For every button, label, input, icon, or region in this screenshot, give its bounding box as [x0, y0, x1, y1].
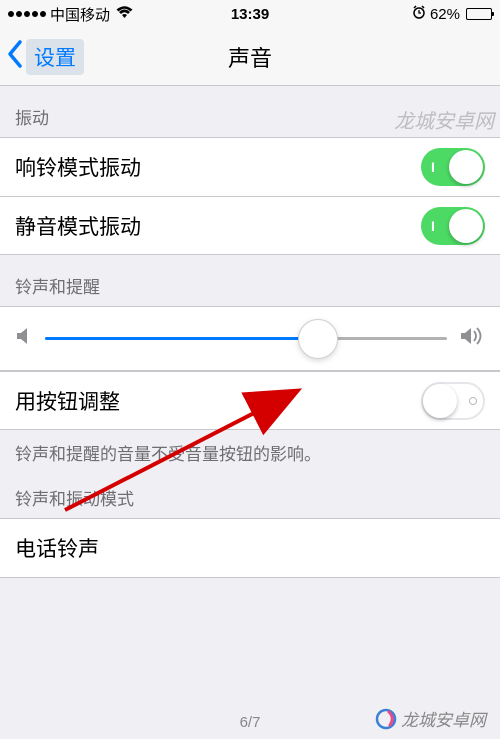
battery-icon: [464, 8, 492, 20]
toggle-off-icon: [469, 397, 477, 405]
status-left: 中国移动: [8, 4, 412, 25]
logo-icon: [375, 708, 397, 730]
slider-thumb[interactable]: [298, 319, 338, 359]
toggle-ring-vibrate[interactable]: I: [421, 148, 485, 186]
carrier-label: 中国移动: [50, 4, 110, 25]
status-bar: 中国移动 13:39 62%: [0, 0, 500, 28]
toggle-on-icon: I: [431, 159, 435, 175]
cell-ring-vibrate[interactable]: 响铃模式振动 I: [0, 138, 500, 196]
back-button[interactable]: 设置: [0, 39, 84, 75]
watermark-bottom-text: 龙城安卓网: [401, 706, 486, 731]
toggle-silent-vibrate[interactable]: I: [421, 207, 485, 245]
cell-change-with-buttons[interactable]: 用按钮调整: [0, 371, 500, 429]
section-header-pattern: 铃声和振动模式: [0, 473, 500, 518]
toggle-on-icon: I: [431, 218, 435, 234]
status-right: 62%: [412, 5, 492, 23]
watermark-top: 龙城安卓网: [394, 105, 494, 134]
watermark-bottom: 龙城安卓网: [375, 706, 486, 731]
toggle-change-with-buttons[interactable]: [421, 382, 485, 420]
page-title: 声音: [228, 41, 272, 73]
speaker-high-icon: [459, 325, 485, 352]
cell-ringtone[interactable]: 电话铃声: [0, 519, 500, 577]
group-vibration: 响铃模式振动 I 静音模式振动 I: [0, 137, 500, 255]
back-label: 设置: [26, 39, 84, 75]
speaker-low-icon: [15, 326, 33, 351]
ringer-footer: 铃声和提醒的音量不受音量按钮的影响。: [0, 430, 500, 473]
clock: 13:39: [231, 6, 269, 23]
alarm-icon: [412, 5, 426, 23]
signal-dots-icon: [8, 11, 46, 17]
change-with-buttons-label: 用按钮调整: [15, 386, 421, 416]
section-header-ringer: 铃声和提醒: [0, 255, 500, 306]
volume-slider-cell: [0, 307, 500, 371]
ring-vibrate-label: 响铃模式振动: [15, 152, 421, 182]
wifi-icon: [116, 6, 133, 23]
volume-slider[interactable]: [45, 337, 447, 340]
group-pattern: 电话铃声: [0, 518, 500, 578]
battery-percent: 62%: [430, 6, 460, 23]
silent-vibrate-label: 静音模式振动: [15, 211, 421, 241]
group-ringer: 用按钮调整: [0, 306, 500, 430]
cell-silent-vibrate[interactable]: 静音模式振动 I: [0, 196, 500, 254]
chevron-left-icon: [6, 39, 24, 75]
page-indicator: 6/7: [240, 714, 261, 731]
nav-bar: 设置 声音: [0, 28, 500, 86]
ringtone-label: 电话铃声: [15, 533, 485, 563]
